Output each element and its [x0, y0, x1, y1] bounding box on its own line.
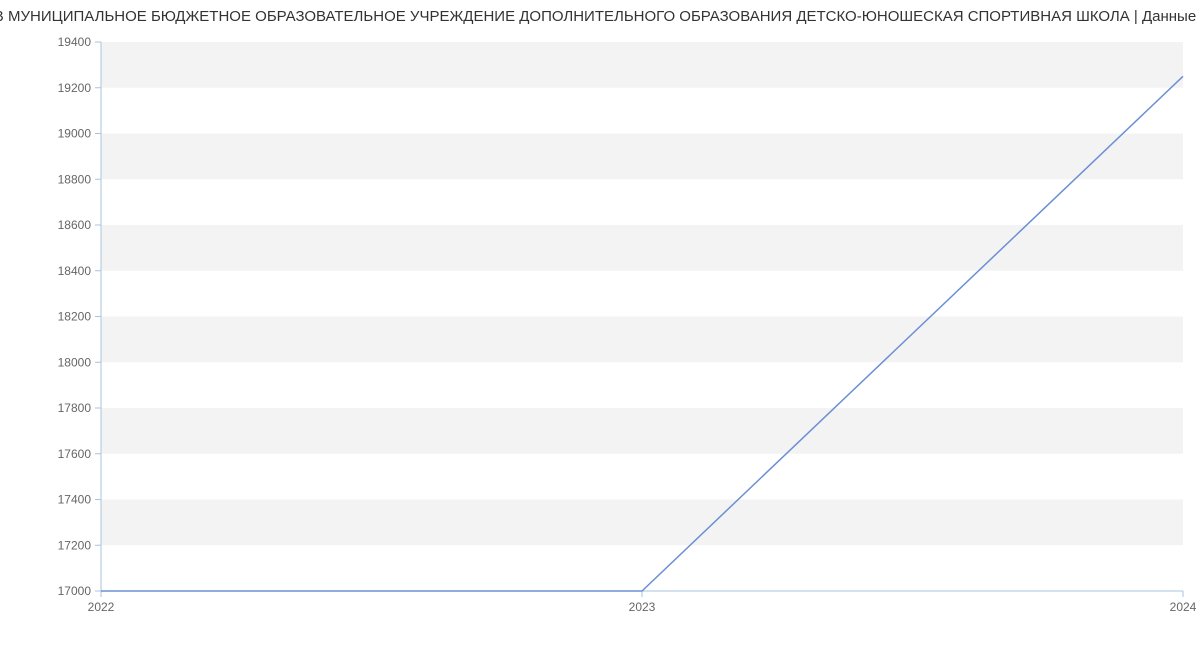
- chart-title: АТА В МУНИЦИПАЛЬНОЕ БЮДЖЕТНОЕ ОБРАЗОВАТЕ…: [0, 8, 1200, 25]
- y-tick-label: 17400: [58, 493, 92, 507]
- x-tick-label: 2022: [88, 600, 115, 614]
- chart-svg: 17000 17200 17400 17600 17800 18000 18200 18400…: [0, 30, 1200, 626]
- y-tick-label: 17000: [58, 584, 92, 598]
- y-tick-label: 19200: [58, 81, 92, 95]
- grid-band: [101, 317, 1183, 363]
- y-tick-label: 17200: [58, 538, 92, 552]
- y-tick-label: 17600: [58, 447, 92, 461]
- grid-band: [101, 134, 1183, 180]
- x-tick-label: 2023: [629, 600, 656, 614]
- y-tick-label: 18400: [58, 264, 92, 278]
- y-tick-label: 18800: [58, 172, 92, 186]
- chart-area: 17000 17200 17400 17600 17800 18000 18200 18400…: [0, 30, 1200, 626]
- grid-band: [101, 225, 1183, 271]
- y-tick-label: 19400: [58, 35, 92, 49]
- y-tick-label: 17800: [58, 401, 92, 415]
- x-tick-label: 2024: [1170, 600, 1197, 614]
- grid-band: [101, 408, 1183, 454]
- y-tick-label: 19000: [58, 127, 92, 141]
- y-tick-label: 18200: [58, 310, 92, 324]
- y-tick-label: 18600: [58, 218, 92, 232]
- grid-band: [101, 42, 1183, 88]
- grid-band: [101, 500, 1183, 546]
- y-tick-label: 18000: [58, 355, 92, 369]
